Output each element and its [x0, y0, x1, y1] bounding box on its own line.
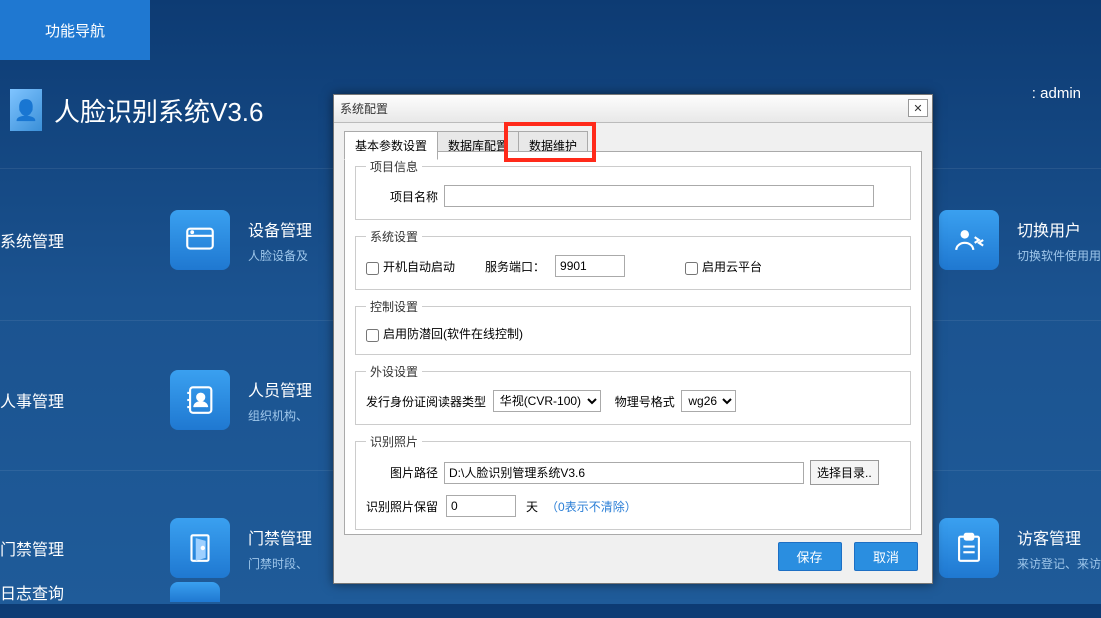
reader-type-select[interactable]: 华视(CVR-100) [493, 390, 601, 412]
path-label: 图片路径 [366, 464, 438, 481]
door-icon [170, 518, 230, 578]
port-input[interactable] [555, 255, 625, 277]
legend: 外设设置 [366, 363, 422, 380]
choose-dir-button[interactable]: 选择目录.. [810, 460, 879, 485]
tile-title: 切换用户 [1017, 217, 1101, 241]
tile-title: 访客管理 [1017, 525, 1101, 549]
keep-hint: （0表示不清除） [546, 498, 637, 515]
tile-switch-user[interactable]: 切换用户切换软件使用用 [939, 210, 1101, 270]
antipassback-label: 启用防潜回(软件在线控制) [383, 325, 523, 342]
section-label: 系统管理 [0, 228, 70, 252]
tile-sub: 门禁时段、 [248, 555, 312, 572]
tile-log[interactable] [170, 582, 220, 602]
group-project: 项目信息 项目名称 [355, 158, 911, 220]
legend: 项目信息 [366, 158, 422, 175]
cancel-button[interactable]: 取消 [854, 542, 918, 571]
label-project-name: 项目名称 [366, 188, 438, 205]
dialog-buttons: 保存 取消 [770, 542, 918, 571]
project-name-input[interactable] [444, 185, 874, 207]
log-icon [170, 582, 220, 602]
tile-sub: 切换软件使用用 [1017, 247, 1101, 264]
autostart-checkbox[interactable] [366, 262, 379, 275]
reader-type-label: 发行身份证阅读器类型 [366, 393, 486, 410]
day-unit: 天 [526, 498, 538, 515]
device-icon [170, 210, 230, 270]
path-input[interactable] [444, 462, 804, 484]
tile-sub: 人脸设备及 [248, 247, 312, 264]
switch-user-icon [939, 210, 999, 270]
section-label: 门禁管理 [0, 536, 70, 560]
close-button[interactable]: ✕ [908, 99, 928, 117]
autostart-label: 开机自动启动 [383, 258, 455, 275]
contacts-icon [170, 370, 230, 430]
tile-access-manage[interactable]: 门禁管理门禁时段、 [170, 518, 312, 578]
wiegand-select[interactable]: wg26 [681, 390, 736, 412]
cloud-checkbox[interactable] [685, 262, 698, 275]
tile-title: 设备管理 [248, 217, 312, 241]
avatar: 👤 [10, 89, 42, 131]
system-config-dialog: 系统配置 ✕ 基本参数设置 数据库配置 数据维护 项目信息 项目名称 系统设置 … [333, 94, 933, 584]
legend: 识别照片 [366, 433, 422, 450]
tile-title: 人员管理 [248, 377, 312, 401]
cloud-label: 启用云平台 [702, 258, 762, 275]
tab-basic[interactable]: 基本参数设置 [344, 131, 438, 160]
port-label: 服务端口： [485, 258, 545, 275]
visitor-icon [939, 518, 999, 578]
dialog-title: 系统配置 [340, 100, 388, 117]
tile-sub: 组织机构、 [248, 407, 312, 424]
legend: 控制设置 [366, 298, 422, 315]
keep-label: 识别照片保留 [366, 498, 438, 515]
keep-days-input[interactable] [446, 495, 516, 517]
current-user: : admin [1032, 85, 1081, 102]
tile-person-manage[interactable]: 人员管理组织机构、 [170, 370, 312, 430]
tile-visitor[interactable]: 访客管理来访登记、来访 [939, 518, 1101, 578]
group-system: 系统设置 开机自动启动 服务端口： 启用云平台 [355, 228, 911, 290]
tile-device-manage[interactable]: 设备管理人脸设备及 [170, 210, 312, 270]
section-label: 人事管理 [0, 388, 70, 412]
section-label: 日志查询 [0, 580, 70, 604]
group-control: 控制设置 启用防潜回(软件在线控制) [355, 298, 911, 355]
group-photo: 识别照片 图片路径 选择目录.. 识别照片保留 天 （0表示不清除） [355, 433, 911, 530]
tile-title: 门禁管理 [248, 525, 312, 549]
wiegand-label: 物理号格式 [615, 393, 675, 410]
group-peripheral: 外设设置 发行身份证阅读器类型 华视(CVR-100) 物理号格式 wg26 [355, 363, 911, 425]
tile-sub: 来访登记、来访 [1017, 555, 1101, 572]
legend: 系统设置 [366, 228, 422, 245]
dialog-title-bar[interactable]: 系统配置 ✕ [334, 95, 932, 123]
nav-tab[interactable]: 功能导航 [0, 0, 150, 60]
save-button[interactable]: 保存 [778, 542, 842, 571]
tab-panel-basic: 项目信息 项目名称 系统设置 开机自动启动 服务端口： 启用云平台 控制设置 [344, 151, 922, 535]
app-title: 人脸识别系统V3.6 [54, 92, 264, 129]
antipassback-checkbox[interactable] [366, 329, 379, 342]
